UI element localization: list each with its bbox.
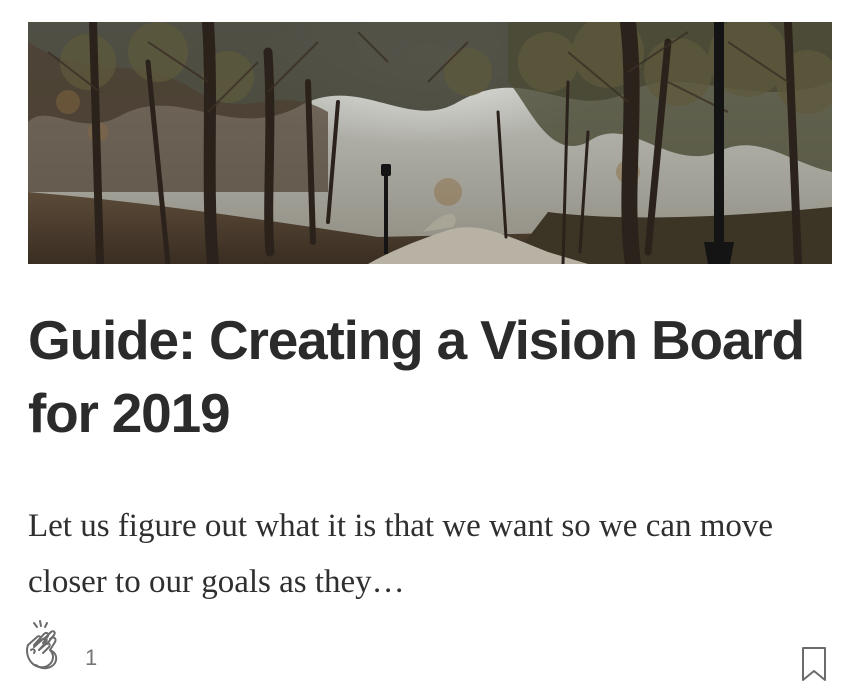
clap-icon[interactable] — [20, 619, 68, 671]
post-card: Guide: Creating a Vision Board for 2019 … — [26, 22, 832, 681]
park-path-photo — [28, 22, 832, 264]
post-title[interactable]: Guide: Creating a Vision Board for 2019 — [28, 304, 838, 450]
post-excerpt[interactable]: Let us figure out what it is that we wan… — [28, 498, 828, 610]
bookmark-icon[interactable] — [800, 645, 828, 683]
hero-image[interactable] — [28, 22, 832, 264]
post-footer: 1 — [26, 619, 832, 689]
clap-count[interactable]: 1 — [85, 645, 97, 671]
